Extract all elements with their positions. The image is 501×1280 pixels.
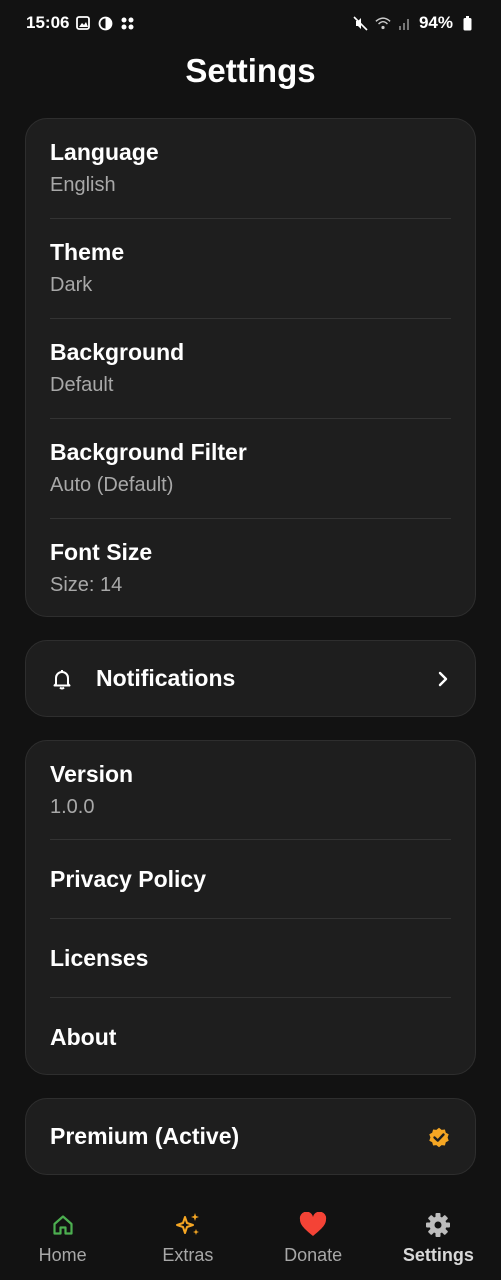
link-label: About <box>50 1024 117 1050</box>
notifications-label: Notifications <box>96 665 236 691</box>
nav-home[interactable]: Home <box>0 1195 125 1280</box>
link-label: Privacy Policy <box>50 865 206 892</box>
bell-icon <box>50 667 74 691</box>
setting-font-size[interactable]: Font Size Size: 14 <box>50 519 451 619</box>
battery-icon <box>459 15 475 31</box>
about-link[interactable]: About <box>50 998 451 1077</box>
apps-icon <box>119 15 135 31</box>
setting-title: Language <box>50 139 159 165</box>
bottom-nav: Home Extras Donate Settings <box>0 1195 501 1280</box>
wifi-icon <box>375 15 391 31</box>
setting-value: Size: 14 <box>50 574 123 596</box>
page-title: Settings <box>185 52 316 89</box>
notifications-row[interactable]: Notifications <box>25 640 476 717</box>
brightness-icon <box>97 15 113 31</box>
nav-settings[interactable]: Settings <box>376 1195 501 1280</box>
setting-value: Default <box>50 374 114 396</box>
licenses-link[interactable]: Licenses <box>50 919 451 998</box>
mute-icon <box>353 15 369 31</box>
home-icon <box>49 1211 77 1239</box>
setting-language[interactable]: Language English <box>50 119 451 219</box>
setting-value: Auto (Default) <box>50 474 174 496</box>
link-label: Licenses <box>50 944 149 971</box>
about-card: Version 1.0.0 Privacy Policy Licenses Ab… <box>25 740 476 1075</box>
premium-row[interactable]: Premium (Active) <box>25 1098 476 1175</box>
sparkle-icon <box>174 1211 202 1239</box>
nav-label: Extras <box>162 1245 214 1265</box>
nav-label: Settings <box>402 1245 474 1265</box>
status-time: 15:06 <box>26 13 70 32</box>
setting-background-filter[interactable]: Background Filter Auto (Default) <box>50 419 451 519</box>
signal-icon <box>397 15 413 31</box>
privacy-policy-link[interactable]: Privacy Policy <box>50 840 451 919</box>
nav-donate[interactable]: Donate <box>251 1195 376 1280</box>
setting-title: Background <box>50 339 185 365</box>
premium-label: Premium (Active) <box>50 1123 240 1149</box>
setting-title: Background Filter <box>50 439 247 465</box>
status-bar: 15:06 94% <box>0 0 501 46</box>
setting-theme[interactable]: Theme Dark <box>50 219 451 319</box>
battery-percent: 94% <box>418 13 453 32</box>
verified-badge-icon <box>427 1125 451 1149</box>
version-value: 1.0.0 <box>50 796 95 818</box>
setting-title: Theme <box>50 239 125 265</box>
version-title: Version <box>50 761 134 787</box>
setting-value: Dark <box>50 274 93 296</box>
nav-label: Home <box>38 1245 87 1265</box>
setting-value: English <box>50 174 116 196</box>
settings-card: Language English Theme Dark Background D… <box>25 118 476 617</box>
chevron-right-icon <box>435 670 451 688</box>
status-right: 94% <box>353 13 475 33</box>
nav-extras[interactable]: Extras <box>125 1195 250 1280</box>
heart-icon <box>299 1211 327 1239</box>
version-row: Version 1.0.0 <box>50 741 451 840</box>
nav-label: Donate <box>284 1245 343 1265</box>
setting-title: Font Size <box>50 539 153 565</box>
gear-icon <box>424 1211 452 1239</box>
status-left: 15:06 <box>26 13 135 33</box>
gallery-icon <box>75 15 91 31</box>
setting-background[interactable]: Background Default <box>50 319 451 419</box>
